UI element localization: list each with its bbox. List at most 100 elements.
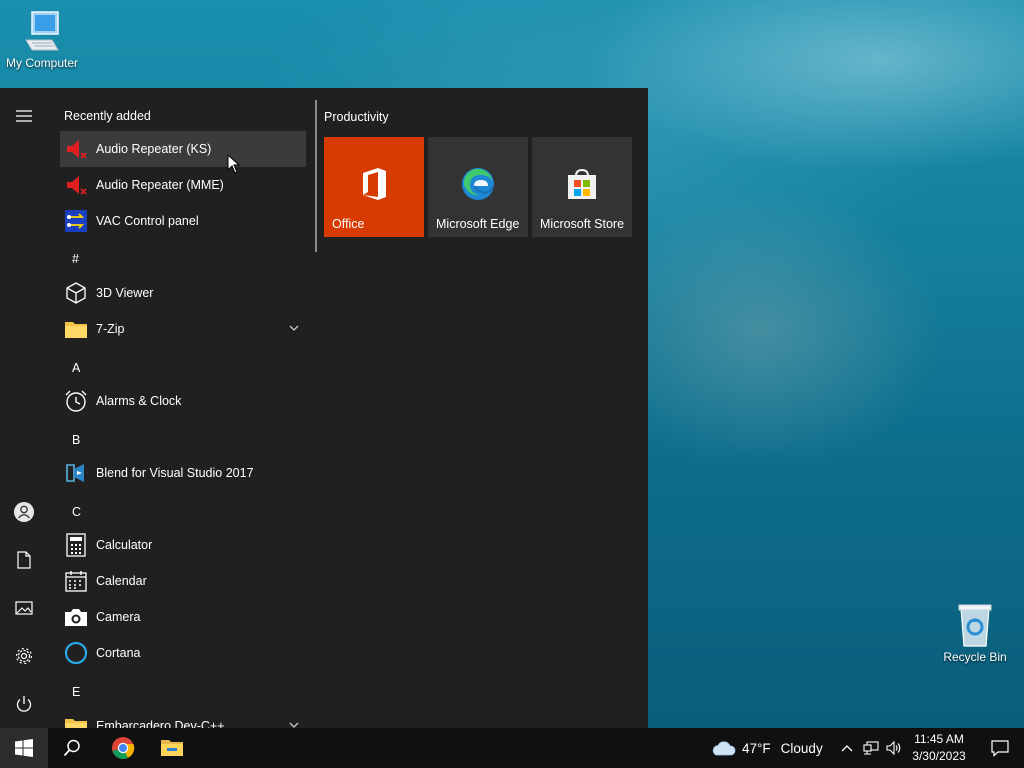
- chevron-up-icon: [841, 745, 853, 752]
- app-calendar[interactable]: Calendar: [60, 563, 306, 599]
- settings-icon: [15, 647, 33, 665]
- tile-group-title[interactable]: Productivity: [324, 110, 389, 124]
- list-scrollbar[interactable]: [315, 100, 317, 252]
- app-blend-vs-2017[interactable]: Blend for Visual Studio 2017: [60, 455, 306, 491]
- app-embarcadero-dev-cpp[interactable]: Embarcadero Dev-C++: [60, 708, 306, 728]
- rail-user-button[interactable]: [0, 490, 48, 534]
- taskbar-file-explorer-button[interactable]: [148, 728, 196, 768]
- windows-start-icon: [15, 739, 33, 757]
- rail-power-button[interactable]: [0, 682, 48, 726]
- rail-pictures-button[interactable]: [0, 586, 48, 630]
- rail-documents-button[interactable]: [0, 538, 48, 582]
- group-letter-c[interactable]: C: [72, 505, 81, 519]
- group-letter-hash[interactable]: #: [72, 252, 79, 266]
- tile-office[interactable]: Office: [324, 137, 424, 237]
- volume-button[interactable]: [883, 728, 905, 768]
- pictures-icon: [15, 601, 33, 615]
- documents-icon: [17, 551, 31, 569]
- app-audio-repeater-mme[interactable]: Audio Repeater (MME): [60, 167, 306, 203]
- desktop-icon-label: Recycle Bin: [943, 650, 1007, 664]
- app-alarms-clock[interactable]: Alarms & Clock: [60, 383, 306, 419]
- computer-icon: [25, 11, 59, 51]
- app-list[interactable]: Recently added Audio Repeater (KS) Audio…: [60, 88, 308, 728]
- app-label: VAC Control panel: [96, 214, 199, 228]
- clock-time: 11:45 AM: [914, 732, 964, 746]
- cube-icon: [66, 282, 86, 304]
- network-icon: [863, 741, 879, 755]
- search-button[interactable]: [48, 728, 96, 768]
- folder-icon: [65, 322, 87, 338]
- app-label: 3D Viewer: [96, 286, 154, 300]
- audio-repeater-icon: [67, 176, 87, 195]
- audio-repeater-icon: [67, 140, 87, 159]
- weather-widget[interactable]: 47°F Cloudy: [710, 728, 830, 768]
- recently-added-header: Recently added: [64, 109, 151, 123]
- tile-label: Microsoft Edge: [436, 217, 520, 231]
- tile-microsoft-store[interactable]: Microsoft Store: [532, 137, 632, 237]
- mouse-cursor-icon: [227, 154, 241, 174]
- search-icon: [63, 739, 80, 757]
- chevron-down-icon[interactable]: [288, 322, 300, 334]
- app-label: Camera: [96, 610, 141, 624]
- rail-expand-button[interactable]: [0, 94, 48, 138]
- app-audio-repeater-ks[interactable]: Audio Repeater (KS): [60, 131, 306, 167]
- network-button[interactable]: [860, 728, 882, 768]
- tile-label: Office: [332, 217, 365, 231]
- file-explorer-icon: [161, 740, 183, 756]
- calendar-icon: [65, 571, 87, 592]
- app-cortana[interactable]: Cortana: [60, 635, 306, 671]
- app-vac-control-panel[interactable]: VAC Control panel: [60, 203, 306, 239]
- app-7zip[interactable]: 7-Zip: [60, 311, 306, 347]
- show-hidden-icons-button[interactable]: [836, 728, 858, 768]
- app-label: Cortana: [96, 646, 141, 660]
- desktop-icon-label: My Computer: [5, 56, 79, 70]
- cloud-icon: [712, 741, 736, 756]
- app-camera[interactable]: Camera: [60, 599, 306, 635]
- taskbar: 47°F Cloudy 11:45 AM 3/30/2023: [0, 728, 1024, 768]
- app-label: Blend for Visual Studio 2017: [96, 466, 254, 480]
- user-icon: [14, 502, 34, 522]
- notification-button[interactable]: [976, 728, 1024, 768]
- chrome-icon: [112, 737, 135, 759]
- recycle-bin-icon: [958, 604, 992, 647]
- office-icon: [363, 168, 386, 200]
- start-button[interactable]: [0, 728, 48, 768]
- vac-control-icon: [65, 210, 87, 232]
- start-menu: Recently added Audio Repeater (KS) Audio…: [0, 88, 648, 728]
- weather-temp: 47°F: [742, 740, 771, 756]
- clock-date: 3/30/2023: [912, 749, 966, 763]
- app-label: 7-Zip: [96, 322, 125, 336]
- store-icon: [568, 168, 596, 199]
- cortana-icon: [64, 641, 88, 665]
- app-3d-viewer[interactable]: 3D Viewer: [60, 275, 306, 311]
- group-letter-e[interactable]: E: [72, 685, 80, 699]
- desktop-icon-my-computer[interactable]: My Computer: [0, 10, 84, 70]
- edge-icon: [462, 168, 494, 200]
- menu-icon: [16, 110, 32, 122]
- app-label: Audio Repeater (KS): [96, 142, 212, 156]
- app-label: Alarms & Clock: [96, 394, 182, 408]
- app-label: Embarcadero Dev-C++: [96, 719, 225, 728]
- group-letter-a[interactable]: A: [72, 361, 80, 375]
- tile-microsoft-edge[interactable]: Microsoft Edge: [428, 137, 528, 237]
- alarm-clock-icon: [65, 390, 87, 412]
- notification-icon: [991, 740, 1009, 757]
- calculator-icon: [66, 533, 86, 557]
- start-rail: [0, 88, 48, 728]
- volume-icon: [886, 741, 901, 755]
- folder-icon: [65, 719, 87, 728]
- taskbar-chrome-button[interactable]: [99, 728, 147, 768]
- rail-settings-button[interactable]: [0, 634, 48, 678]
- weather-condition: Cloudy: [780, 740, 823, 756]
- app-label: Calendar: [96, 574, 147, 588]
- power-icon: [16, 696, 32, 712]
- desktop-icon-recycle-bin[interactable]: Recycle Bin: [933, 602, 1017, 664]
- blend-icon: [66, 464, 84, 482]
- camera-icon: [65, 609, 87, 626]
- app-calculator[interactable]: Calculator: [60, 527, 306, 563]
- chevron-down-icon[interactable]: [288, 719, 300, 728]
- tile-label: Microsoft Store: [540, 217, 625, 231]
- clock[interactable]: 11:45 AM 3/30/2023: [904, 731, 974, 765]
- group-letter-b[interactable]: B: [72, 433, 80, 447]
- app-label: Calculator: [96, 538, 153, 552]
